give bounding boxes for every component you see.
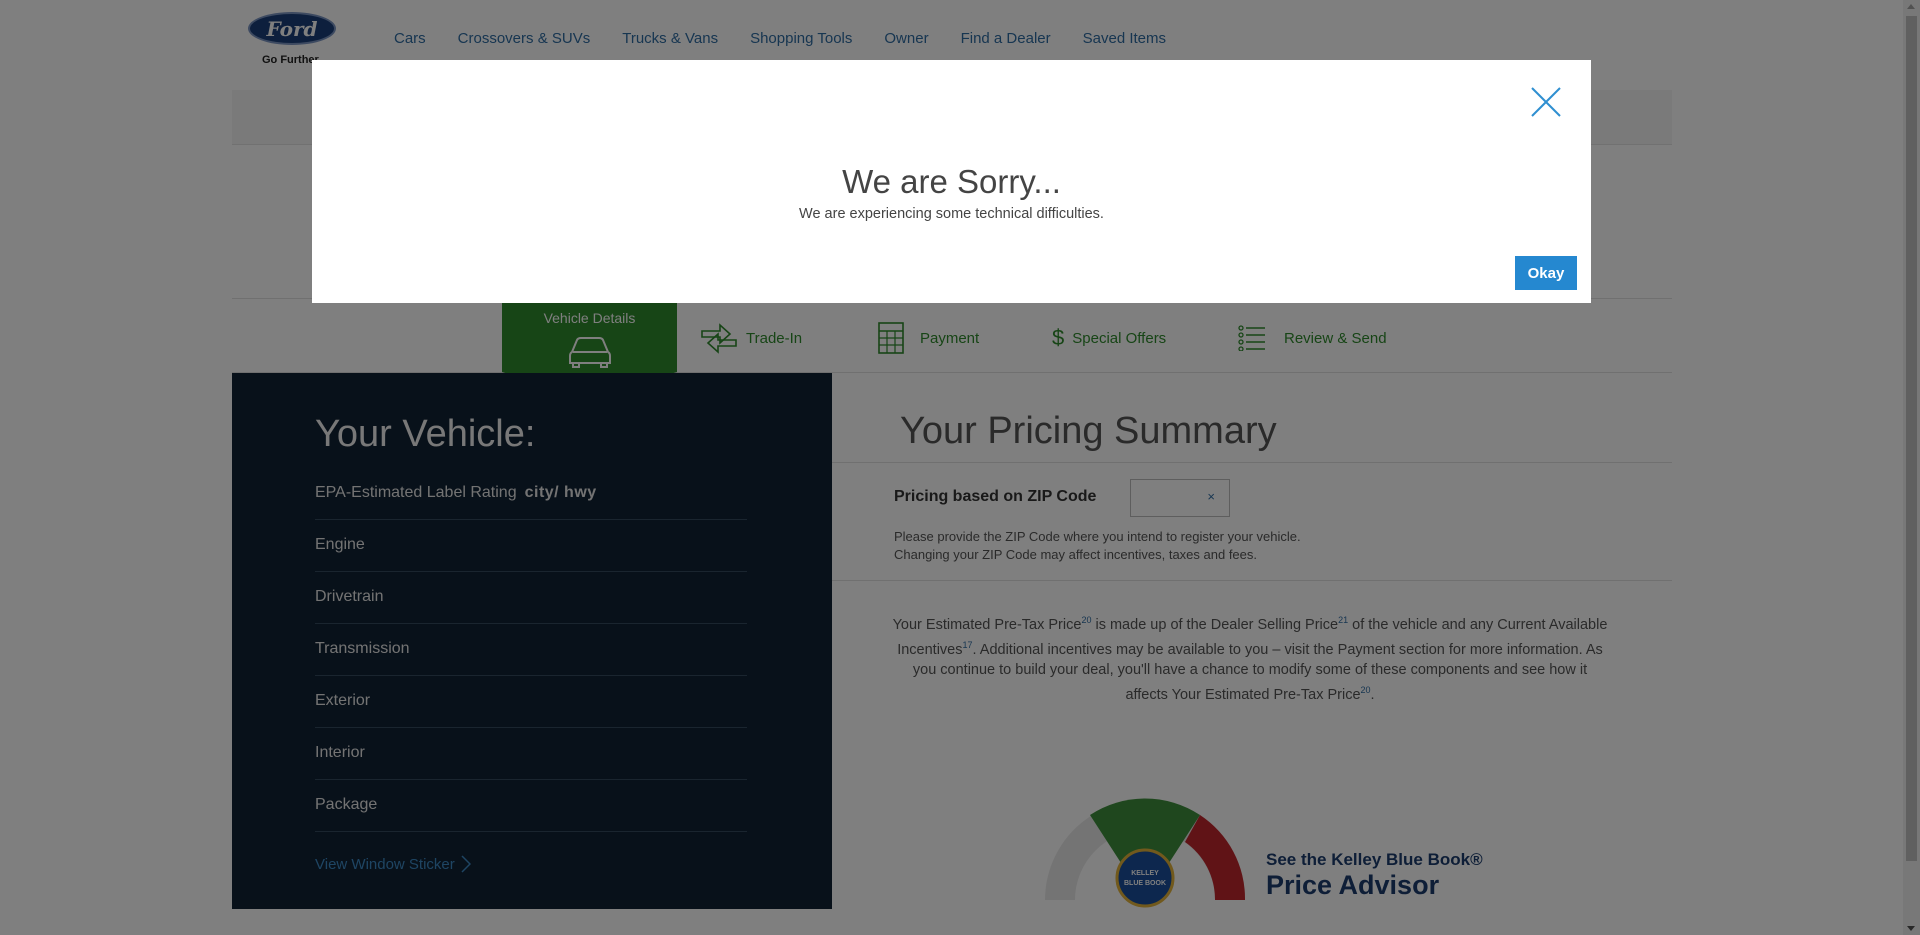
close-icon[interactable] — [1530, 86, 1562, 118]
modal-title: We are Sorry... — [842, 163, 1061, 200]
modal-message: We are experiencing some technical diffi… — [799, 206, 1104, 222]
okay-button[interactable]: Okay — [1515, 256, 1577, 290]
error-modal: We are Sorry... We are experiencing some… — [312, 60, 1591, 303]
